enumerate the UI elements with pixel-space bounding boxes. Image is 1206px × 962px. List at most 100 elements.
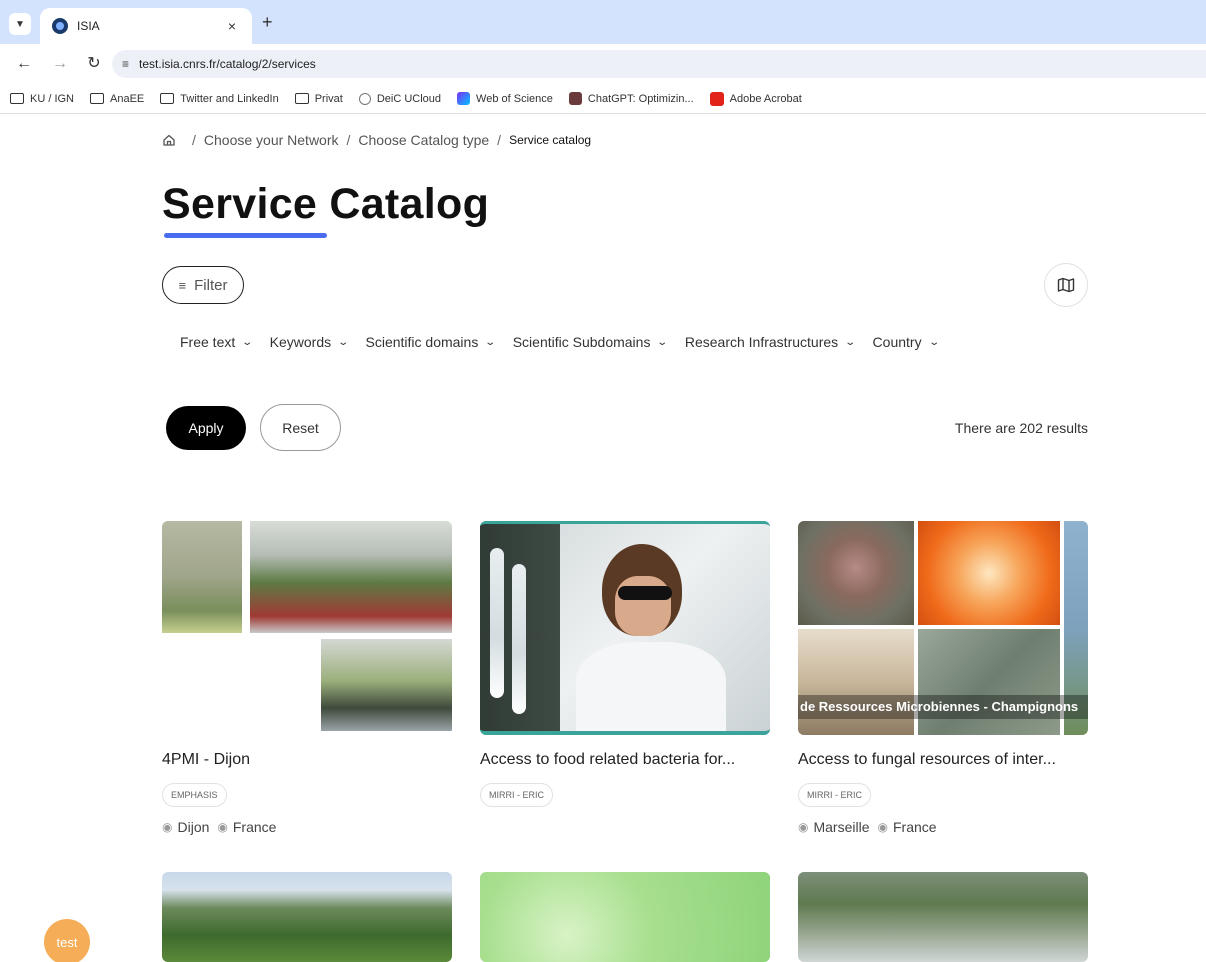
card-image[interactable] xyxy=(162,872,452,962)
deic-icon xyxy=(358,92,371,105)
map-button[interactable] xyxy=(1044,263,1088,307)
bookmark-ku-ign[interactable]: KU / IGN xyxy=(10,93,74,105)
location-pin-icon: ◉ xyxy=(798,820,809,834)
filter-keywords[interactable]: Keywords ⌄ xyxy=(269,334,350,350)
filter-button[interactable]: ≡ Filter xyxy=(162,266,244,304)
breadcrumb-choose-catalog-type[interactable]: Choose Catalog type xyxy=(358,132,489,148)
breadcrumb-choose-network[interactable]: Choose your Network xyxy=(204,132,339,148)
bookmark-chatgpt[interactable]: ChatGPT: Optimizin... xyxy=(568,92,694,105)
bookmark-web-of-science[interactable]: Web of Science xyxy=(457,92,553,105)
isia-favicon-icon xyxy=(52,18,68,34)
location-pin-icon: ◉ xyxy=(217,820,228,834)
bookmark-label: Privat xyxy=(314,92,343,105)
bookmark-privat[interactable]: Privat xyxy=(294,92,343,105)
card-title[interactable]: Access to food related bacteria for... xyxy=(480,751,770,769)
browser-toolbar: ← → ↻ ≡ test.isia.cnrs.fr/catalog/2/serv… xyxy=(0,44,1206,84)
service-card[interactable]: 4PMI - Dijon EMPHASIS ◉ Dijon ◉ France xyxy=(162,521,452,835)
card-badge: EMPHASIS xyxy=(162,783,227,807)
card-image-caption: de Ressources Microbiennes - Champignons xyxy=(798,695,1088,719)
filter-free-text[interactable]: Free text ⌄ xyxy=(180,334,254,350)
bookmark-label: AnaEE xyxy=(110,92,145,105)
card-country: France xyxy=(232,819,277,835)
card-image[interactable] xyxy=(480,521,770,735)
filter-research-infrastructures[interactable]: Research Infrastructures ⌄ xyxy=(684,334,857,350)
card-country: France xyxy=(892,819,937,835)
filter-dropdowns: Free text ⌄ Keywords ⌄ Scientific domains ⌄… xyxy=(180,334,956,350)
results-count: There are 202 results xyxy=(954,420,1088,436)
adobe-acrobat-icon xyxy=(709,91,724,106)
chevron-down-icon: ⌄ xyxy=(656,336,669,348)
breadcrumb-current: Service catalog xyxy=(509,133,592,147)
card-badge: MIRRI - ERIC xyxy=(798,783,871,807)
tab-title: ISIA xyxy=(77,19,100,33)
bookmark-adobe-acrobat[interactable]: Adobe Acrobat xyxy=(709,91,802,106)
bookmark-twitter-linkedin[interactable]: Twitter and LinkedIn xyxy=(160,92,279,105)
card-city: Dijon xyxy=(177,819,210,835)
card-image[interactable] xyxy=(480,872,770,962)
service-card[interactable]: Access to food related bacteria for... M… xyxy=(480,521,770,807)
bookmark-label: Web of Science xyxy=(476,92,553,105)
bookmark-label: Twitter and LinkedIn xyxy=(180,92,279,105)
filter-scientific-domains[interactable]: Scientific domains ⌄ xyxy=(365,334,497,350)
filter-dropdown-label: Scientific domains xyxy=(365,334,479,350)
tab-search-chevron-icon[interactable]: ▼ xyxy=(9,13,31,35)
new-tab-button[interactable]: + xyxy=(262,13,273,31)
tab-close-icon[interactable]: × xyxy=(224,18,240,34)
test-badge[interactable]: test xyxy=(44,919,90,962)
card-image[interactable] xyxy=(798,872,1088,962)
filter-dropdown-label: Keywords xyxy=(269,334,332,350)
filter-dropdown-label: Free text xyxy=(180,334,236,350)
location-pin-icon: ◉ xyxy=(877,820,888,834)
bookmark-anaee[interactable]: AnaEE xyxy=(90,93,144,105)
card-location: ◉ Marseille ◉ France xyxy=(798,819,1088,835)
folder-icon xyxy=(90,93,105,104)
filter-scientific-subdomains[interactable]: Scientific Subdomains ⌄ xyxy=(512,334,669,350)
filter-dropdown-label: Scientific Subdomains xyxy=(512,334,651,350)
reset-button[interactable]: Reset xyxy=(260,404,341,451)
folder-icon xyxy=(10,93,24,104)
bookmark-deic-ucloud[interactable]: DeiC UCloud xyxy=(358,92,442,105)
chevron-down-icon: ⌄ xyxy=(844,336,857,348)
chevron-down-icon: ⌄ xyxy=(337,336,350,348)
card-image[interactable] xyxy=(162,521,452,735)
folder-icon xyxy=(160,93,175,104)
back-arrow-icon[interactable]: ← xyxy=(14,54,34,74)
breadcrumb: / Choose your Network / Choose Catalog t… xyxy=(162,132,591,148)
web-of-science-icon xyxy=(457,92,471,105)
breadcrumb-separator: / xyxy=(346,132,351,148)
filter-dropdown-label: Country xyxy=(872,334,922,350)
chatgpt-icon xyxy=(568,92,582,105)
filter-country[interactable]: Country ⌄ xyxy=(872,334,940,350)
card-city: Marseille xyxy=(813,819,870,835)
card-title[interactable]: Access to fungal resources of inter... xyxy=(798,751,1088,769)
bookmark-label: DeiC UCloud xyxy=(376,92,442,105)
card-badge: MIRRI - ERIC xyxy=(480,783,553,807)
chevron-down-icon: ⌄ xyxy=(927,336,940,348)
forward-arrow-icon[interactable]: → xyxy=(50,54,70,74)
site-settings-icon[interactable]: ≡ xyxy=(122,57,129,71)
bookmark-label: KU / IGN xyxy=(30,92,75,105)
breadcrumb-separator: / xyxy=(192,132,196,148)
browser-tab[interactable]: ISIA × xyxy=(40,8,252,44)
service-card[interactable] xyxy=(480,872,770,962)
address-bar[interactable]: ≡ test.isia.cnrs.fr/catalog/2/services xyxy=(112,50,1206,78)
card-title[interactable]: 4PMI - Dijon xyxy=(162,751,452,769)
card-location: ◉ Dijon ◉ France xyxy=(162,819,452,835)
bookmark-label: ChatGPT: Optimizin... xyxy=(587,92,694,105)
location-pin-icon: ◉ xyxy=(162,820,173,834)
reload-icon[interactable]: ↻ xyxy=(84,54,104,74)
home-icon[interactable] xyxy=(162,133,176,147)
service-card[interactable] xyxy=(798,872,1088,962)
chevron-down-icon: ⌄ xyxy=(241,336,254,348)
breadcrumb-separator: / xyxy=(497,132,502,148)
apply-button[interactable]: Apply xyxy=(166,406,246,450)
service-card[interactable]: de Ressources Microbiennes - Champignons… xyxy=(798,521,1088,835)
service-card[interactable] xyxy=(162,872,452,962)
page-title: Service Catalog xyxy=(162,180,490,228)
url-text: test.isia.cnrs.fr/catalog/2/services xyxy=(139,57,316,71)
chevron-down-icon: ⌄ xyxy=(484,336,497,348)
browser-tab-bar: ▼ ISIA × + xyxy=(0,0,1206,44)
card-image[interactable]: de Ressources Microbiennes - Champignons xyxy=(798,521,1088,735)
filter-lines-icon: ≡ xyxy=(178,277,187,293)
filter-dropdown-label: Research Infrastructures xyxy=(684,334,839,350)
